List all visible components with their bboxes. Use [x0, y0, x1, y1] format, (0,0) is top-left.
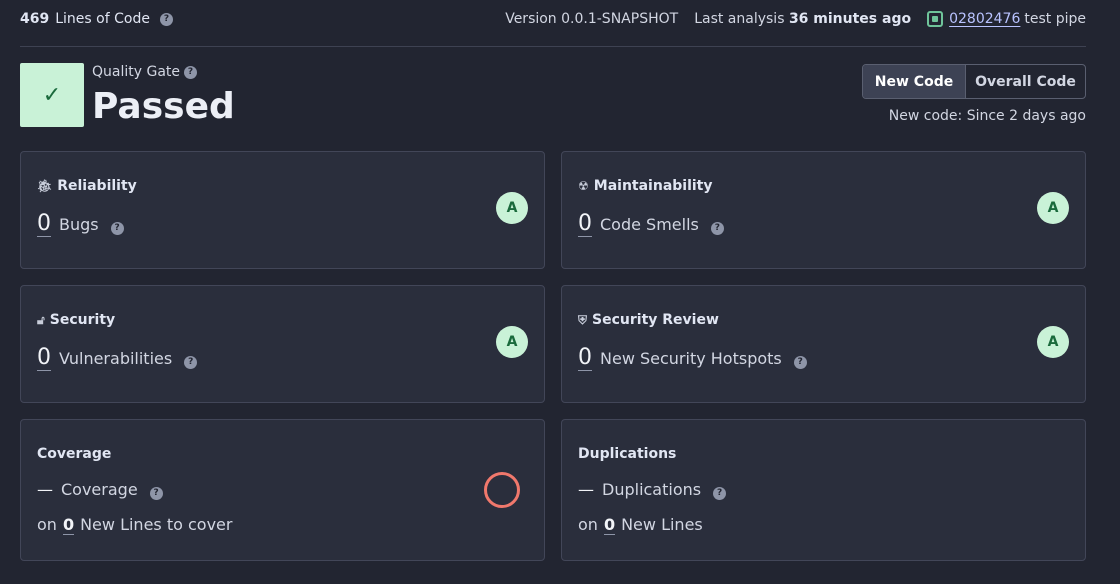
maintainability-card: ☢︎ Maintainability 0 Code Smells ? A: [561, 151, 1086, 269]
quality-gate-label-text: Quality Gate: [92, 64, 181, 80]
help-icon[interactable]: ?: [149, 486, 163, 500]
duplications-sub-prefix: on: [578, 515, 598, 534]
loc-label: Lines of Code: [55, 11, 150, 27]
bugs-count[interactable]: 0: [37, 212, 51, 237]
bugs-metric: 0 Bugs ?: [37, 212, 124, 237]
security-review-title: ⛨ Security Review: [578, 312, 719, 328]
pipeline-icon: [927, 11, 944, 27]
help-icon[interactable]: ?: [110, 221, 124, 235]
coverage-card: Coverage — Coverage ? on 0 New Lines to …: [20, 419, 545, 561]
coverage-lines: on 0 New Lines to cover: [37, 515, 232, 535]
security-hotspots-count[interactable]: 0: [578, 346, 592, 371]
pipeline-link[interactable]: 02802476: [949, 11, 1020, 27]
duplications-lines-count[interactable]: 0: [603, 516, 616, 535]
coverage-ring-icon: [484, 472, 520, 508]
security-title-text: Security: [49, 312, 116, 328]
security-title: 🔓︎ Security: [37, 312, 115, 328]
coverage-title: Coverage: [37, 446, 111, 462]
quality-gate-label: Quality Gate ?: [92, 64, 198, 80]
duplications-card: Duplications — Duplications ? on 0 New L…: [561, 419, 1086, 561]
duplications-title: Duplications: [578, 446, 676, 462]
last-analysis-value: 36 minutes ago: [788, 11, 912, 27]
maintainability-title: ☢︎ Maintainability: [578, 178, 713, 194]
security-card: 🔓︎ Security 0 Vulnerabilities ? A: [20, 285, 545, 403]
coverage-lines-label: New Lines to cover: [80, 515, 233, 534]
help-icon[interactable]: ?: [713, 486, 727, 500]
maintainability-title-text: Maintainability: [593, 178, 713, 194]
help-icon[interactable]: ?: [184, 65, 198, 79]
code-smells-count[interactable]: 0: [578, 212, 592, 237]
lines-of-code: 469 Lines of Code ?: [20, 11, 173, 27]
vulnerabilities-metric: 0 Vulnerabilities ?: [37, 346, 198, 371]
pipeline-label: test pipe: [1024, 11, 1086, 27]
coverage-sub-prefix: on: [37, 515, 57, 534]
analysis-info: Version 0.0.1-SNAPSHOT Last analysis 36 …: [505, 11, 1086, 27]
duplications-value[interactable]: —: [578, 480, 594, 499]
last-analysis: Last analysis 36 minutes ago: [694, 11, 911, 27]
coverage-value[interactable]: —: [37, 480, 53, 499]
top-bar: 469 Lines of Code ? Version 0.0.1-SNAPSH…: [20, 0, 1086, 47]
help-icon[interactable]: ?: [159, 12, 173, 26]
security-review-rating: A: [1037, 326, 1069, 358]
bug-icon: 🐞︎: [37, 179, 53, 193]
duplications-lines: on 0 New Lines: [578, 515, 703, 535]
smell-icon: ☢︎: [578, 179, 589, 193]
coverage-title-text: Coverage: [37, 446, 112, 462]
new-code-since: New code: Since 2 days ago: [888, 108, 1086, 124]
quality-gate-check-icon: ✓: [20, 63, 84, 127]
code-smells-metric: 0 Code Smells ?: [578, 212, 724, 237]
security-review-card: ⛨ Security Review 0 New Security Hotspot…: [561, 285, 1086, 403]
version-label: Version 0.0.1-SNAPSHOT: [505, 11, 679, 27]
duplications-label: Duplications: [602, 480, 702, 499]
help-icon[interactable]: ?: [184, 355, 198, 369]
loc-count: 469: [20, 11, 50, 27]
overall-code-button[interactable]: Overall Code: [966, 65, 1085, 98]
coverage-label: Coverage: [61, 480, 138, 499]
vulnerabilities-label: Vulnerabilities: [59, 349, 173, 368]
last-analysis-label: Last analysis: [694, 11, 785, 27]
maintainability-rating: A: [1037, 192, 1069, 224]
coverage-metric: — Coverage ?: [37, 480, 163, 500]
code-period-toggle: New Code Overall Code: [862, 64, 1086, 99]
pipeline: 02802476 test pipe: [927, 11, 1086, 27]
help-icon[interactable]: ?: [793, 355, 807, 369]
help-icon[interactable]: ?: [710, 221, 724, 235]
security-hotspots-metric: 0 New Security Hotspots ?: [578, 346, 807, 371]
duplications-title-text: Duplications: [578, 446, 677, 462]
coverage-lines-count[interactable]: 0: [62, 516, 75, 535]
reliability-rating: A: [496, 192, 528, 224]
shield-icon: ⛨: [578, 312, 588, 327]
reliability-title: 🐞︎ Reliability: [37, 178, 137, 194]
duplications-lines-label: New Lines: [621, 515, 703, 534]
security-review-title-text: Security Review: [592, 312, 719, 328]
reliability-title-text: Reliability: [57, 178, 137, 194]
vulnerabilities-count[interactable]: 0: [37, 346, 51, 371]
code-smells-label: Code Smells: [600, 215, 699, 234]
quality-gate-status: Passed: [92, 86, 235, 127]
security-hotspots-label: New Security Hotspots: [600, 349, 782, 368]
lock-icon: 🔓︎: [37, 312, 45, 327]
duplications-metric: — Duplications ?: [578, 480, 727, 500]
security-rating: A: [496, 326, 528, 358]
bugs-label: Bugs: [59, 215, 99, 234]
new-code-button[interactable]: New Code: [863, 65, 966, 98]
reliability-card: 🐞︎ Reliability 0 Bugs ? A: [20, 151, 545, 269]
